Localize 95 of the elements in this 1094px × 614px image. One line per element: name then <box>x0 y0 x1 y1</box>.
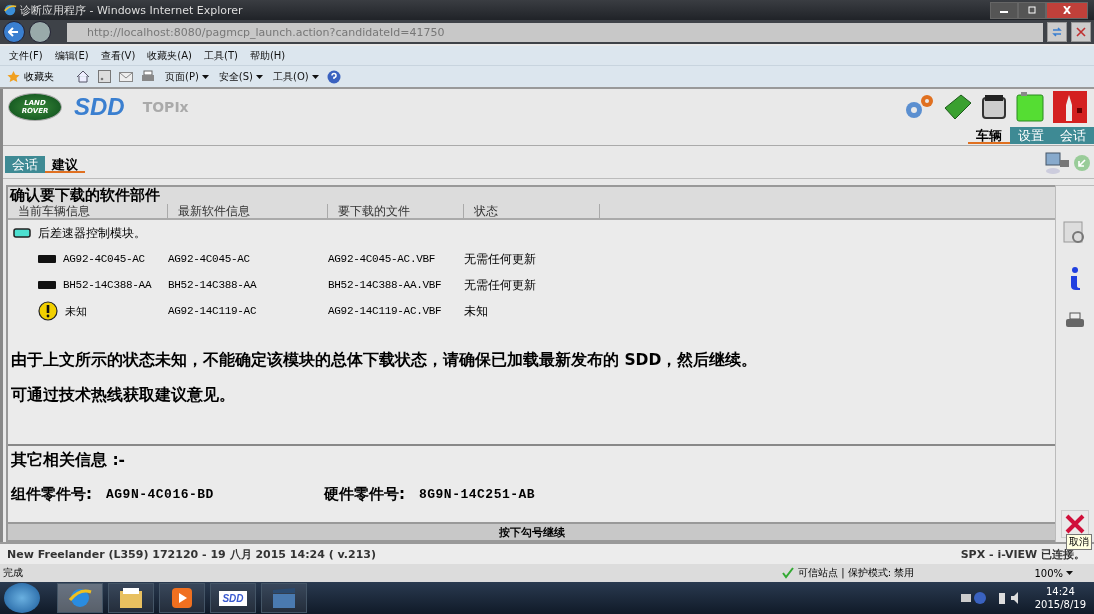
zoom-level[interactable]: 100% <box>1034 567 1073 579</box>
column-header: 最新软件信息 <box>168 204 328 218</box>
tray-icons[interactable] <box>960 591 1021 605</box>
column-header: 当前车辆信息 <box>8 204 168 218</box>
maximize-button[interactable] <box>1018 1 1046 19</box>
forward-button[interactable] <box>29 21 51 43</box>
table-cell: 无需任何更新 <box>464 276 536 294</box>
product-name: TOPIx <box>142 99 189 115</box>
status-text: New Freelander (L359) 172120 - 19 八月 2015 14:24 ( v.213) <box>7 546 376 562</box>
module-icon[interactable] <box>943 92 973 122</box>
taskbar-button[interactable] <box>108 583 154 613</box>
menu-item[interactable]: 收藏夹(A) <box>147 48 192 63</box>
mail-icon[interactable] <box>119 71 133 82</box>
status-text: 完成 <box>3 566 24 580</box>
column-header: 要下载的文件 <box>328 204 464 218</box>
back-arrow-icon <box>8 26 20 38</box>
play-icon <box>171 587 193 609</box>
warning-icon <box>38 301 58 321</box>
table-cell: 无需任何更新 <box>464 250 536 268</box>
tab[interactable]: 车辆 <box>968 127 1010 144</box>
stop-icon <box>1076 27 1086 37</box>
section-heading: 其它相关信息 :- <box>10 450 127 471</box>
maximize-icon <box>1027 6 1037 14</box>
close-icon <box>1064 513 1086 535</box>
tooltip: 取消 <box>1066 534 1092 550</box>
minimize-button[interactable] <box>990 1 1018 19</box>
table-cell-text: BH52-14C388-AA <box>168 279 258 291</box>
menu-item[interactable]: 帮助(H) <box>249 48 286 63</box>
field-label: 硬件零件号: <box>323 485 405 504</box>
field-label: 组件零件号: <box>11 485 92 504</box>
browser-icon <box>68 586 92 610</box>
tab[interactable]: 设置 <box>1010 127 1052 144</box>
table-cell: BH52-14C388-AA <box>63 279 152 291</box>
back-button[interactable] <box>3 21 25 43</box>
table-cell-text: BH52-14C388-AA.VBF <box>328 279 443 291</box>
battery-pack-icon[interactable] <box>1015 91 1045 123</box>
home-icon[interactable] <box>76 70 90 83</box>
connection-status: SPX - i-VIEW 已连接。 <box>960 547 1085 562</box>
toolbar-menu[interactable]: 工具(O) <box>273 69 319 84</box>
toolbar-menu[interactable]: 安全(S) <box>218 69 263 84</box>
table-cell-text: AG92-4C045-AC.VBF <box>328 253 437 265</box>
tab[interactable]: 建议 <box>45 156 85 173</box>
module-name: 后差速器控制模块。 <box>38 224 146 242</box>
print-icon[interactable] <box>141 70 155 83</box>
close-button[interactable] <box>1046 1 1088 19</box>
printer-icon[interactable] <box>1065 312 1085 330</box>
taskbar-button[interactable]: SDD <box>210 583 256 613</box>
field-value: AG9N-4C016-BD <box>106 487 214 502</box>
probe-icon[interactable] <box>1053 91 1087 123</box>
toolbar-menu[interactable]: 页面(P) <box>165 69 209 84</box>
panel-title: 确认要下载的软件部件 <box>8 187 161 204</box>
help-icon[interactable] <box>326 69 341 84</box>
caret-icon <box>311 74 319 79</box>
window-title: 诊断应用程序 - Windows Internet Explorer <box>20 2 243 18</box>
message-text: 由于上文所示的状态未知，不能确定该模块的总体下载状态，请确保已加载最新发布的 SDD，然后继续。 <box>10 350 759 371</box>
stop-button[interactable] <box>1071 22 1091 42</box>
favorites-button[interactable]: 收藏夹 <box>7 69 54 84</box>
clock[interactable]: 14:24 2015/8/19 <box>1034 585 1086 611</box>
table-cell-text: AG92-14C119-AC <box>168 305 258 317</box>
hint-text: 可通过技术热线获取建议意见。 <box>10 385 236 406</box>
star-icon <box>7 70 20 83</box>
menu-item[interactable]: 查看(V) <box>100 48 136 63</box>
computer-camera-icon[interactable] <box>1044 151 1070 175</box>
part-icon <box>38 255 56 263</box>
menu-item[interactable]: 工具(T) <box>204 48 238 63</box>
gears-icon[interactable] <box>903 93 935 121</box>
brand-name: SDD <box>74 93 125 121</box>
table-cell-text: AG92-14C119-AC.VBF <box>328 305 443 317</box>
module-icon <box>13 228 31 238</box>
security-zone: 可信站点 | 保护模式: 禁用 <box>782 566 915 580</box>
start-button[interactable] <box>4 583 40 613</box>
browser-icon <box>3 3 17 17</box>
column-header: 状态 <box>464 204 600 218</box>
check-icon <box>782 567 795 579</box>
tab[interactable]: 会话 <box>5 156 45 173</box>
feed-icon[interactable] <box>98 70 111 83</box>
menu-item[interactable]: 编辑(E) <box>54 48 89 63</box>
field-value: 8G9N-14C251-AB <box>418 487 536 502</box>
caret-icon <box>256 74 263 79</box>
clapperboard-icon <box>272 587 296 609</box>
folder-icon <box>119 587 143 609</box>
battery-icon[interactable] <box>981 93 1007 121</box>
refresh-icon <box>1051 26 1063 38</box>
taskbar-button[interactable] <box>159 583 205 613</box>
close-icon <box>1062 6 1072 14</box>
table-cell-text: 未知 <box>65 304 87 319</box>
part-icon <box>38 281 56 289</box>
menu-item[interactable]: 文件(F) <box>9 48 43 63</box>
continue-text: 按下勾号继续 <box>498 524 565 540</box>
caret-icon <box>1066 571 1073 575</box>
caret-icon <box>201 74 209 79</box>
tab[interactable]: 会话 <box>1052 127 1094 144</box>
table-cell: AG92-4C045-AC <box>63 253 145 265</box>
table-cell-text: AG92-4C045-AC <box>168 253 251 265</box>
table-cell: 未知 <box>464 302 488 320</box>
